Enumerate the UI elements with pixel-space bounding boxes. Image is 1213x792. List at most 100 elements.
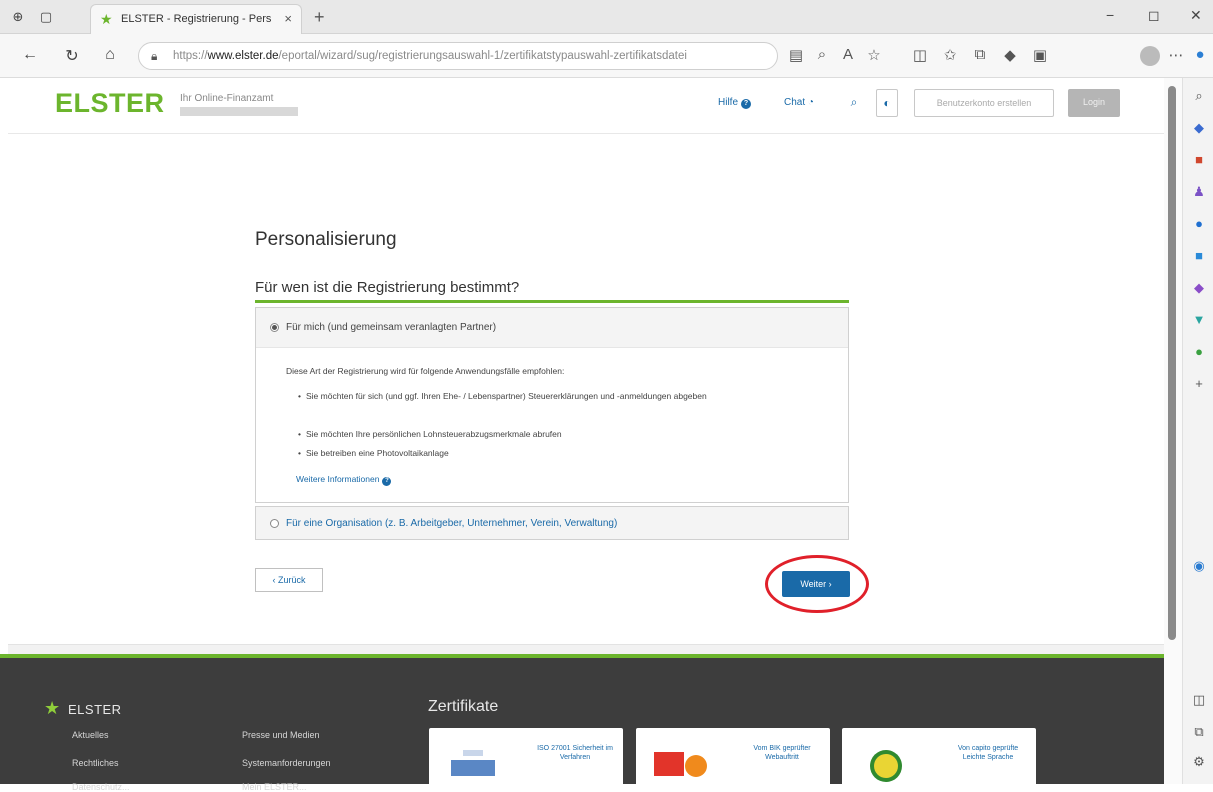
chat-icon: ◔ (807, 97, 814, 108)
sidebar-apps-icon[interactable]: ● (1191, 344, 1207, 360)
sidebar-split-icon[interactable]: ◫ (1191, 692, 1207, 708)
logo-subtitle-bar (180, 107, 298, 116)
sidebar-external-icon[interactable]: ⧉ (1191, 724, 1207, 740)
sidebar-settings-icon[interactable]: ⚙ (1191, 754, 1207, 770)
tab-title: ELSTER - Registrierung - Person... (121, 13, 271, 25)
content-bottom-strip (8, 644, 1164, 654)
option-personal-header[interactable]: Für mich (und gemeinsam veranlagten Part… (256, 308, 848, 348)
browser-tab-bar: ⊕ ▢ ★ ELSTER - Registrierung - Person...… (0, 0, 1213, 34)
favorites-icon[interactable]: ✩ (940, 46, 960, 64)
tab-actions-icon[interactable]: ▢ (38, 9, 54, 25)
elster-favicon-icon: ★ (100, 11, 113, 27)
footer-link-presse[interactable]: Presse und Medien (242, 730, 320, 740)
copilot-icon[interactable]: ● (1190, 46, 1210, 63)
profile-icon[interactable]: ⊕ (10, 9, 26, 25)
sidebar-search-icon[interactable]: ⌕ (1191, 88, 1207, 104)
bik-logo-icon (654, 752, 707, 777)
elster-star-icon: ★ (44, 698, 61, 718)
search-button[interactable]: ⌕ (843, 89, 865, 117)
address-bar[interactable]: 🔒︎ https://www.elster.de/eportal/wizard/… (138, 42, 778, 70)
window-minimize-button[interactable]: − (1106, 7, 1114, 23)
cert-card-bik[interactable]: Vom BIK geprüfter Webauftritt (636, 728, 830, 788)
sidebar-designer-icon[interactable]: ◆ (1191, 280, 1207, 296)
search-icon: ⌕ (850, 95, 858, 109)
footer-logo[interactable]: ELSTER (68, 702, 122, 717)
option-description: Diese Art der Registrierung wird für fol… (286, 366, 565, 376)
chat-link[interactable]: Chat ◔ (784, 97, 814, 108)
footer-link-aktuelles[interactable]: Aktuelles (72, 730, 109, 740)
login-button[interactable]: Login (1068, 89, 1120, 117)
chat-label: Chat (784, 97, 806, 108)
scrollbar-thumb[interactable] (1168, 86, 1176, 640)
new-tab-button[interactable]: + (314, 7, 325, 28)
option-organisation-panel[interactable]: Für eine Organisation (z. B. Arbeitgeber… (255, 506, 849, 540)
list-item: Sie möchten für sich (und ggf. Ihren Ehe… (298, 390, 836, 402)
reader-view-icon[interactable]: ▤ (786, 46, 806, 64)
sidebar-shopping-icon[interactable]: ◆ (1191, 120, 1207, 136)
footer-link-systemanforderungen[interactable]: Systemanforderungen (242, 758, 331, 768)
footer: ★ ELSTER Aktuelles Rechtliches Datenschu… (0, 654, 1164, 792)
info-icon: ? (382, 477, 392, 486)
url-prefix: https:// (173, 50, 208, 62)
collections-icon[interactable]: ⧉ (970, 46, 990, 63)
option-organisation-radio[interactable] (270, 519, 279, 528)
sidebar-drop-icon[interactable]: ▼ (1191, 312, 1207, 328)
split-screen-icon[interactable]: ◫ (910, 46, 930, 64)
help-link[interactable]: Hilfe? (718, 97, 752, 109)
avatar[interactable] (1140, 46, 1160, 66)
url-domain: www.elster.de (207, 50, 279, 62)
lock-icon: 🔒︎ (151, 49, 158, 63)
cert-text-iso: ISO 27001 Sicherheit im Verfahren (537, 745, 613, 761)
refresh-icon[interactable]: ↻ (62, 46, 82, 66)
favorite-star-icon[interactable]: ☆ (864, 46, 884, 64)
sidebar-outlook-icon[interactable]: ■ (1191, 248, 1207, 264)
option-personal-panel: Für mich (und gemeinsam veranlagten Part… (255, 307, 849, 503)
read-aloud-icon[interactable]: A (838, 46, 858, 63)
cert-text-capito: Von capito geprüfte Leichte Sprache (957, 745, 1019, 761)
sidebar-office-icon[interactable]: ● (1191, 216, 1207, 232)
sidebar-extension-badge-icon[interactable]: ◉ (1191, 558, 1207, 574)
window-close-button[interactable]: ✕ (1190, 7, 1202, 24)
tab-close-icon[interactable]: × (284, 11, 292, 26)
sidebar-add-icon[interactable]: + (1191, 376, 1207, 392)
back-button[interactable]: ‹ Zurück (255, 568, 323, 592)
help-label: Hilfe (718, 97, 739, 108)
cert-text-bik: Vom BIK geprüfter Webauftritt (753, 745, 811, 761)
leichte-sprache-logo-icon (870, 750, 902, 782)
iso-seal-icon (451, 750, 495, 776)
help-icon: ? (741, 99, 752, 109)
header-divider (8, 133, 1164, 134)
back-arrow-icon[interactable]: ← (20, 46, 40, 64)
browser-toolbar: ← ↻ ⌂ 🔒︎ https://www.elster.de/eportal/w… (0, 34, 1213, 78)
question-title: Für wen ist die Registrierung bestimmt? (255, 279, 520, 296)
option-organisation-label[interactable]: Für eine Organisation (z. B. Arbeitgeber… (286, 518, 617, 529)
list-item: Sie betreiben eine Photovoltaikanlage (298, 447, 836, 459)
contrast-button[interactable]: ◐ (876, 89, 898, 117)
more-menu-icon[interactable]: ⋯ (1166, 46, 1186, 64)
sidebar-tools-icon[interactable]: ■ (1191, 152, 1207, 168)
url-path: /eportal/wizard/sug/registrierungsauswah… (278, 50, 687, 62)
edge-sidebar: ⌕ ◆ ■ ♟ ● ■ ◆ ▼ ● + ◉ ◫ ⧉ ⚙ (1182, 78, 1213, 784)
contrast-icon: ◐ (883, 96, 891, 110)
zoom-icon[interactable]: ⌕ (812, 46, 832, 63)
highlight-annotation-circle (765, 555, 869, 613)
certificates-title: Zertifikate (428, 698, 499, 715)
list-item: Sie möchten Ihre persönlichen Lohnsteuer… (298, 428, 836, 440)
browser-essentials-icon[interactable]: ▣ (1030, 46, 1050, 64)
sidebar-games-icon[interactable]: ♟ (1191, 184, 1207, 200)
register-button[interactable]: Benutzerkonto erstellen (914, 89, 1054, 117)
more-info-link[interactable]: Weitere Informationen? (296, 474, 392, 486)
cert-card-iso[interactable]: ISO 27001 Sicherheit im Verfahren (429, 728, 623, 788)
option-personal-radio[interactable] (270, 323, 279, 332)
elster-logo[interactable]: ELSTER (55, 88, 165, 119)
cert-card-capito[interactable]: Von capito geprüfte Leichte Sprache (842, 728, 1036, 788)
extension-icon[interactable]: ◆ (1000, 46, 1020, 64)
logo-subtitle: Ihr Online-Finanzamt (180, 93, 274, 104)
browser-tab-active[interactable]: ★ ELSTER - Registrierung - Person... × (90, 4, 302, 34)
more-info-label: Weitere Informationen (296, 474, 380, 484)
question-underline (255, 300, 849, 303)
footer-link-rechtliches[interactable]: Rechtliches (72, 758, 119, 768)
window-restore-button[interactable]: ◻ (1148, 7, 1160, 24)
option-personal-label[interactable]: Für mich (und gemeinsam veranlagten Part… (286, 322, 496, 333)
home-icon[interactable]: ⌂ (100, 46, 120, 64)
